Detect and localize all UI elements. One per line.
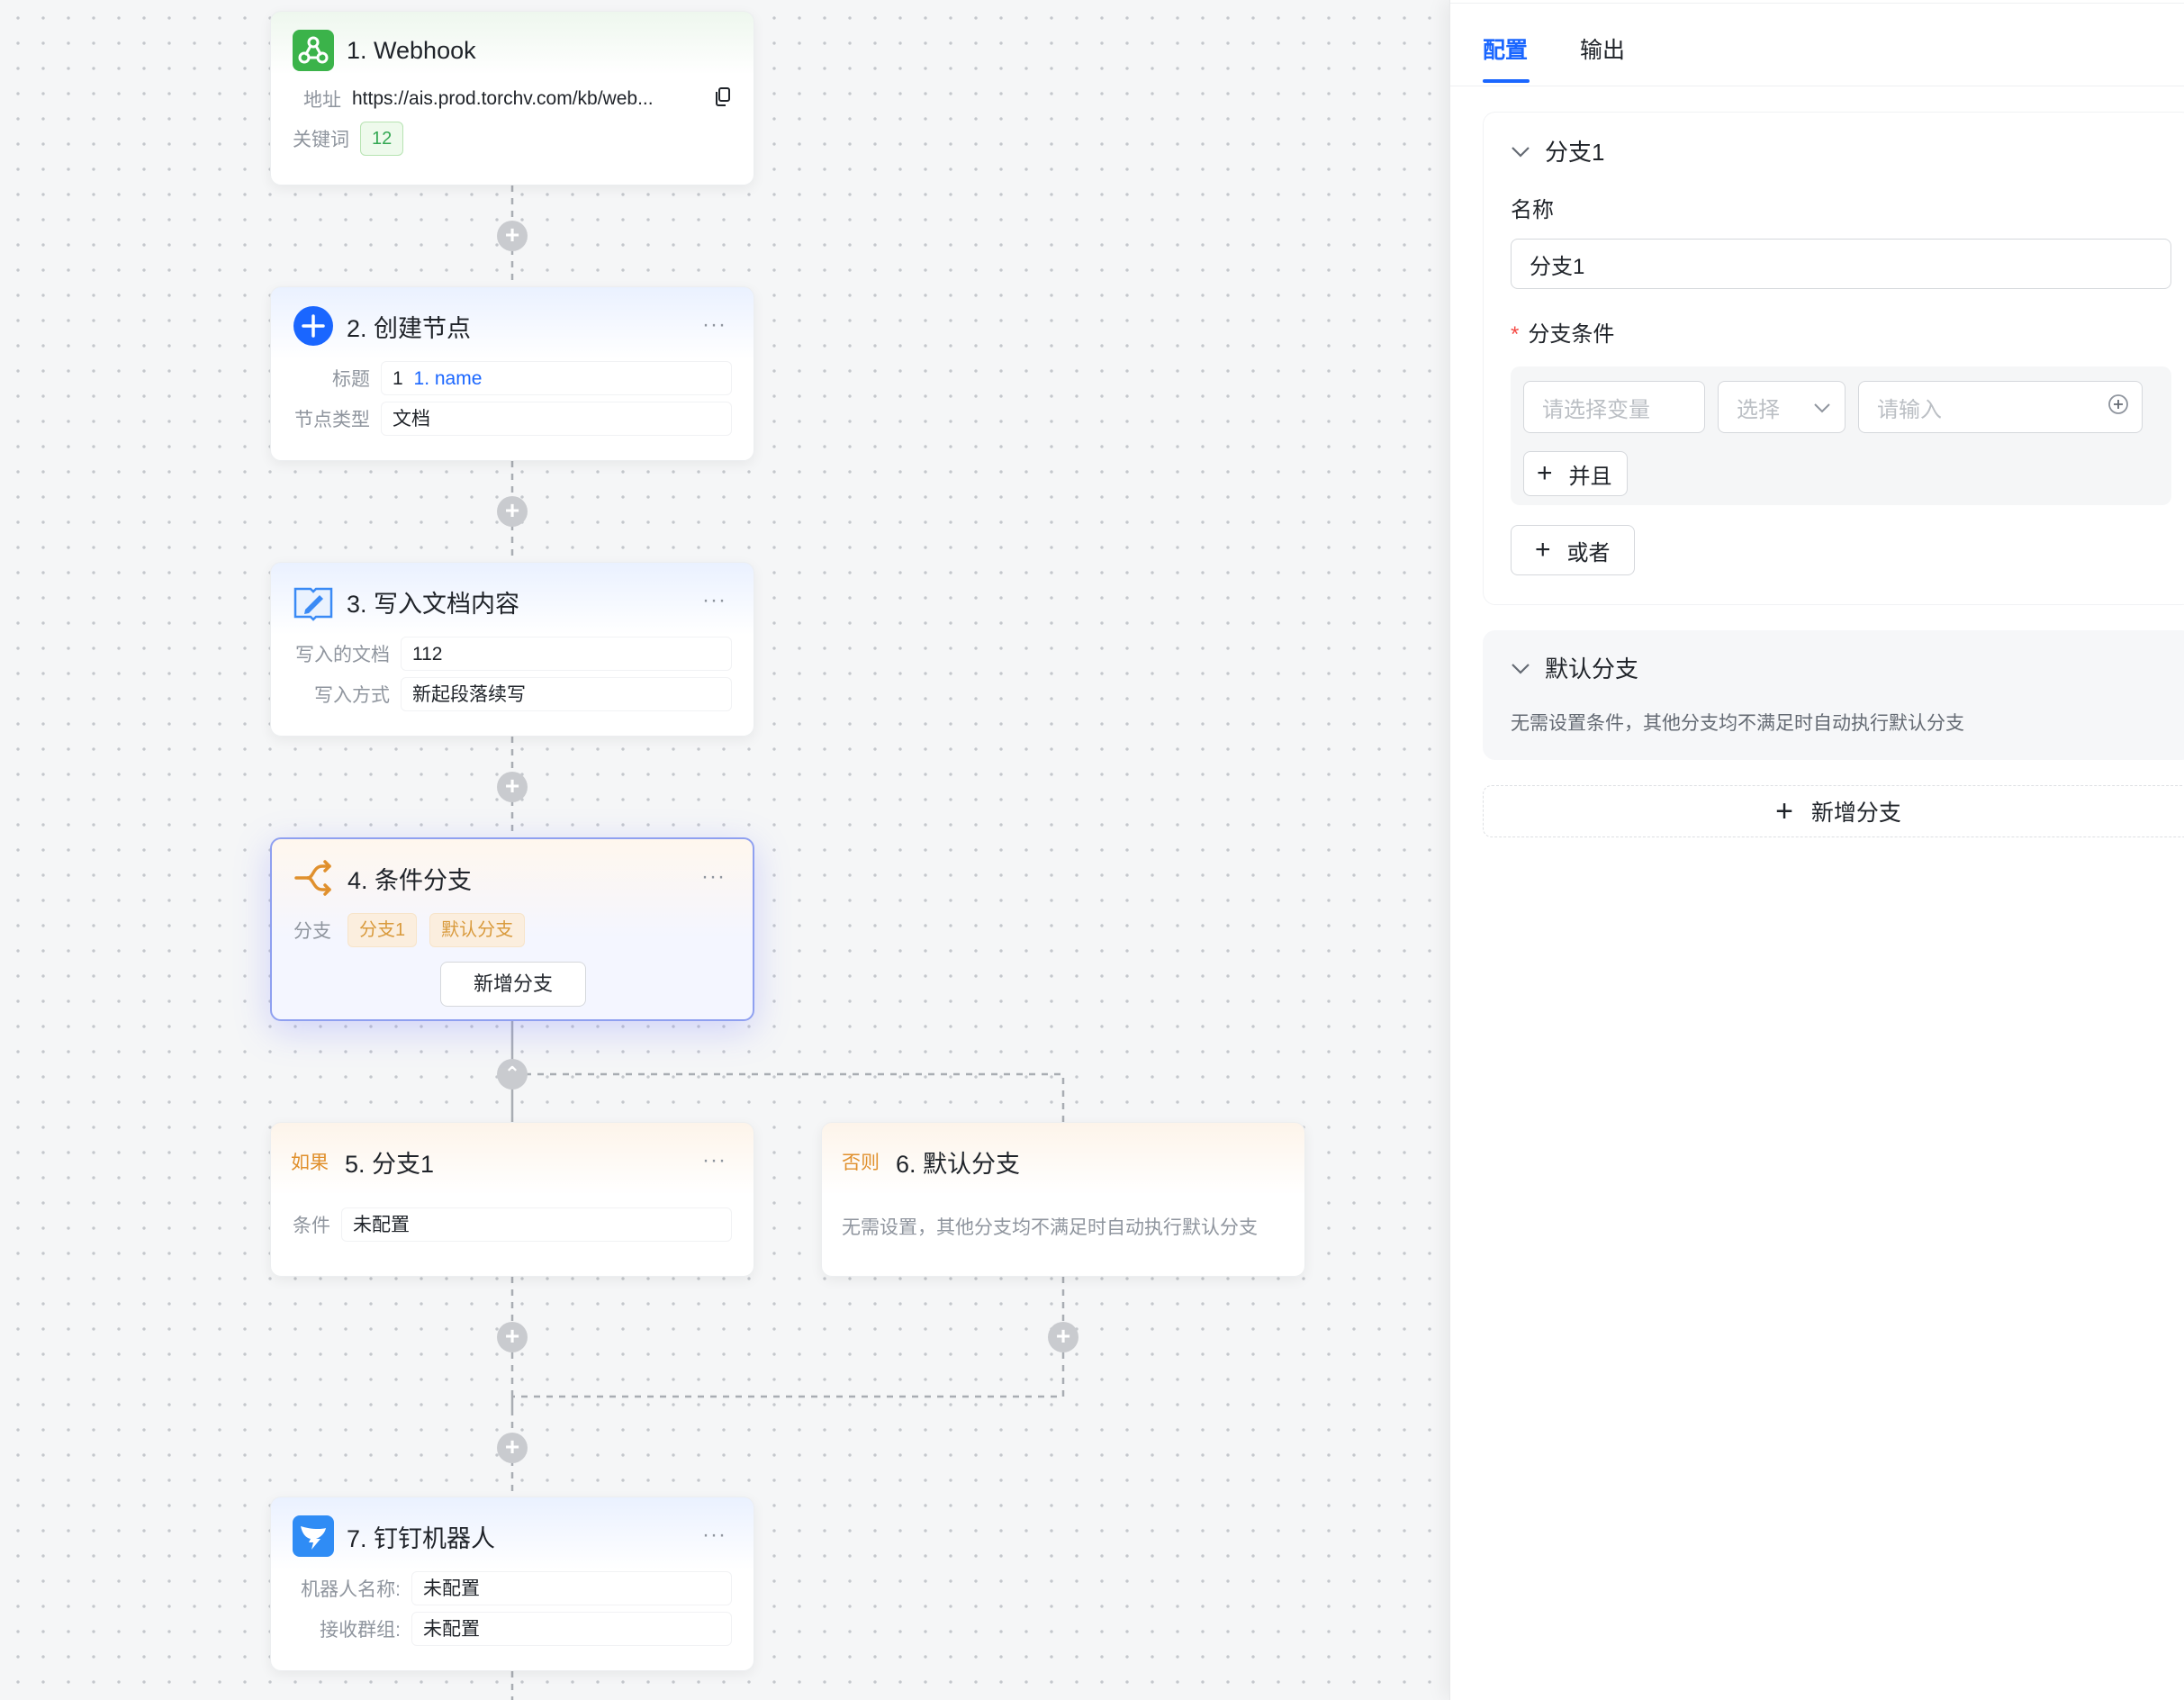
if-label: 如果	[291, 1153, 329, 1173]
tab-config[interactable]: 配置	[1483, 32, 1528, 65]
node-title: 5. 分支1	[345, 1150, 435, 1178]
branch-tag[interactable]: 默认分支	[429, 913, 526, 947]
add-step-button[interactable]: +	[497, 496, 528, 527]
operator-select[interactable]: 选择	[1718, 381, 1846, 433]
tab-output[interactable]: 输出	[1580, 32, 1625, 65]
node-title: 1. Webhook	[347, 36, 476, 64]
or-button[interactable]: + 或者	[1511, 525, 1635, 575]
robot-name-value: 未配置	[411, 1571, 732, 1605]
node-condition[interactable]: 4. 条件分支 ··· 分支 分支1 默认分支 新增分支	[270, 837, 754, 1021]
condition-value-placeholder: 请输入	[1877, 397, 1942, 422]
plus-icon: +	[1775, 793, 1793, 828]
branch1-section-title: 分支1	[1545, 139, 1605, 166]
add-step-button[interactable]: +	[1048, 1322, 1078, 1352]
node-title: 4. 条件分支	[347, 866, 473, 894]
condition-label: 条件	[293, 1216, 330, 1236]
required-mark: *	[1511, 322, 1520, 347]
mode-value: 新起段落续写	[401, 677, 732, 711]
copy-icon[interactable]	[714, 86, 732, 112]
collapse-branch-button[interactable]: ⌃	[497, 1059, 528, 1090]
and-button[interactable]: + 并且	[1523, 451, 1628, 496]
condition-value: 未配置	[341, 1207, 732, 1242]
node-default-branch[interactable]: 否则 6. 默认分支 无需设置，其他分支均不满足时自动执行默认分支	[821, 1122, 1305, 1277]
variable-select[interactable]: 请选择变量	[1523, 381, 1705, 433]
branch1-config-card: 分支1 名称 分支1 * 分支条件 请选择变量 选择 请输入 + 并且 + 或者	[1483, 112, 2184, 605]
add-step-button[interactable]: +	[497, 1322, 528, 1352]
branch-condition-label: * 分支条件	[1511, 316, 1614, 348]
node-title: 2. 创建节点	[347, 314, 472, 342]
add-branch-button[interactable]: 新增分支	[440, 962, 586, 1007]
more-icon[interactable]: ···	[702, 1148, 726, 1173]
node-webhook[interactable]: 1. Webhook 地址 https://ais.prod.torchv.co…	[270, 11, 754, 185]
node-title: 3. 写入文档内容	[347, 590, 520, 618]
plus-circle-icon	[293, 305, 334, 347]
add-branch-label: 新增分支	[1810, 800, 1901, 826]
branch-name-input[interactable]: 分支1	[1511, 239, 2171, 289]
keyword-label: 关键词	[293, 130, 349, 150]
default-section-title: 默认分支	[1545, 656, 1639, 683]
plus-icon: +	[1537, 458, 1553, 488]
add-step-button[interactable]: +	[497, 1433, 528, 1463]
node-dingtalk[interactable]: 7. 钉钉机器人 ··· 机器人名称: 未配置 接收群组: 未配置	[270, 1497, 754, 1671]
and-button-label: 并且	[1568, 464, 1612, 489]
add-branch-button[interactable]: + 新增分支	[1483, 785, 2184, 837]
branch-label: 分支	[293, 921, 331, 942]
robot-name-label: 机器人名称:	[301, 1579, 401, 1600]
or-button-label: 或者	[1566, 540, 1611, 565]
group-label: 接收群组:	[320, 1620, 401, 1641]
dingtalk-icon	[293, 1515, 334, 1557]
operator-select-text: 选择	[1737, 397, 1780, 422]
node-title: 7. 钉钉机器人	[347, 1524, 496, 1552]
add-step-button[interactable]: +	[497, 772, 528, 802]
tab-bar: 配置 输出	[1450, 0, 2184, 86]
document-edit-icon	[293, 581, 334, 622]
active-tab-indicator	[1483, 79, 1530, 83]
chevron-down-icon	[1511, 137, 1530, 165]
config-panel: 配置 输出 分支1 名称 分支1 * 分支条件 请选择变量 选择 请输入 + 并…	[1449, 0, 2184, 1700]
doc-label: 写入的文档	[295, 645, 390, 665]
address-label: 地址	[303, 90, 341, 111]
workflow-canvas[interactable]: + + + ⌃ + + + 1. Webhook 地址 https://ais.…	[0, 0, 1449, 1700]
branch-condition-label-text: 分支条件	[1528, 322, 1615, 347]
title-value-prefix: 1	[393, 368, 403, 389]
node-write-doc[interactable]: 3. 写入文档内容 ··· 写入的文档 112 写入方式 新起段落续写	[270, 562, 754, 737]
more-icon[interactable]: ···	[702, 588, 726, 613]
node-branch1[interactable]: 如果 5. 分支1 ··· 条件 未配置	[270, 1122, 754, 1277]
doc-value: 112	[401, 637, 732, 671]
node-create[interactable]: 2. 创建节点 ··· 标题 1 1. name 节点类型 文档	[270, 286, 754, 461]
default-branch-hint: 无需设置条件，其他分支均不满足时自动执行默认分支	[1511, 713, 1964, 734]
condition-value-input[interactable]: 请输入	[1858, 381, 2143, 433]
more-icon[interactable]: ···	[702, 312, 726, 338]
add-circle-icon[interactable]	[2107, 393, 2129, 421]
mode-label: 写入方式	[314, 685, 390, 706]
condition-group: 请选择变量 选择 请输入 + 并且	[1511, 366, 2171, 505]
group-value: 未配置	[411, 1612, 732, 1646]
title-label: 标题	[332, 369, 370, 390]
plus-icon: +	[1535, 535, 1551, 565]
keyword-tag: 12	[360, 122, 404, 156]
add-step-button[interactable]: +	[497, 221, 528, 251]
branch-tag[interactable]: 分支1	[347, 913, 418, 947]
chevron-down-icon	[1511, 654, 1530, 682]
variable-reference: 1. name	[413, 368, 483, 389]
chevron-down-icon	[1814, 394, 1830, 420]
name-label: 名称	[1511, 198, 1554, 222]
webhook-icon	[293, 30, 334, 71]
default-branch-config-card: 默认分支 无需设置条件，其他分支均不满足时自动执行默认分支	[1483, 630, 2184, 760]
default-branch-desc: 无需设置，其他分支均不满足时自动执行默认分支	[842, 1217, 1258, 1238]
more-icon[interactable]: ···	[701, 864, 726, 890]
type-value: 文档	[381, 402, 732, 436]
type-label: 节点类型	[294, 410, 370, 430]
title-value: 1 1. name	[381, 361, 732, 395]
branch-icon	[293, 857, 335, 899]
branch1-section-header[interactable]: 分支1	[1511, 134, 1604, 167]
node-title: 6. 默认分支	[896, 1150, 1021, 1178]
default-section-header[interactable]: 默认分支	[1511, 651, 1638, 684]
more-icon[interactable]: ···	[702, 1523, 726, 1548]
address-value: https://ais.prod.torchv.com/kb/web...	[352, 88, 654, 109]
else-label: 否则	[842, 1153, 880, 1173]
